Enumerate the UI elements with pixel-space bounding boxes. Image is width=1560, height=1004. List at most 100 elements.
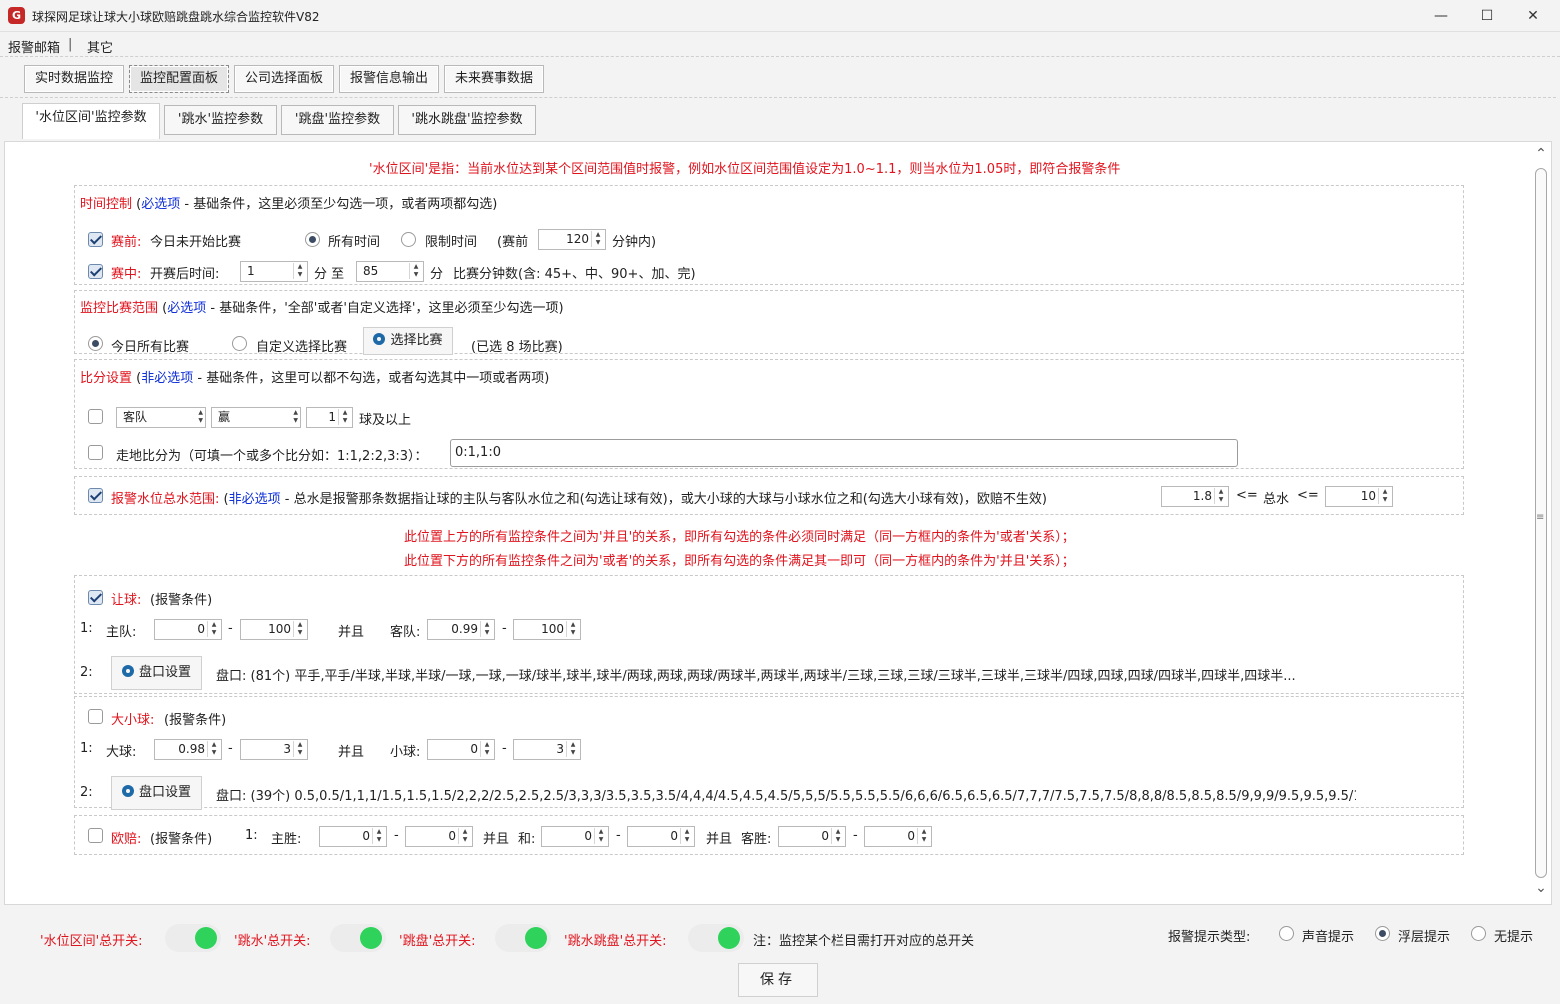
- sound-alert-radio[interactable]: [1279, 926, 1294, 941]
- handicap-home-max-spinner[interactable]: 100: [240, 619, 308, 640]
- team-select[interactable]: 客队: [116, 407, 206, 428]
- water-line-jump-master-toggle[interactable]: [688, 924, 744, 952]
- scroll-down-icon[interactable]: ⌄: [1533, 880, 1549, 896]
- subtab-water-drop[interactable]: '跳水'监控参数: [164, 105, 277, 135]
- handicap-home-min-spinner[interactable]: 0: [154, 619, 222, 640]
- save-button[interactable]: 保存: [738, 963, 818, 997]
- required-tag: 必选项: [141, 197, 181, 212]
- close-button[interactable]: ✕: [1510, 0, 1556, 32]
- menu-other[interactable]: 其它: [87, 37, 113, 56]
- gear-icon: [121, 665, 134, 677]
- pre-minutes-unit: 分钟内): [612, 235, 657, 250]
- euro-draw-min-spinner[interactable]: 0: [541, 826, 609, 847]
- menu-bar: 报警邮箱 | 其它: [0, 33, 1560, 57]
- limited-time-label: 限制时间: [425, 235, 478, 250]
- maximize-button[interactable]: ☐: [1464, 0, 1510, 32]
- over-min-spinner[interactable]: 0.98: [154, 739, 222, 760]
- euro-draw-max-spinner[interactable]: 0: [627, 826, 695, 847]
- custom-select-label: 自定义选择比赛: [256, 340, 348, 355]
- water-range-master-toggle[interactable]: [165, 924, 221, 952]
- water-line-jump-switch-label: '跳水跳盘'总开关:: [564, 934, 667, 949]
- all-time-label: 所有时间: [328, 235, 381, 250]
- live-score-input[interactable]: 0:1,1:0: [450, 439, 1238, 467]
- vertical-scrollbar[interactable]: [1535, 168, 1547, 878]
- line-jump-master-toggle[interactable]: [495, 924, 551, 952]
- subtab-line-jump[interactable]: '跳盘'监控参数: [281, 105, 394, 135]
- euro-home-min-spinner[interactable]: 0: [319, 826, 387, 847]
- pre-minutes-prefix: (赛前: [497, 235, 529, 250]
- gear-icon: [373, 333, 386, 345]
- time-control-heading: 时间控制 (必选项 - 基础条件，这里必须至少勾选一项，或者两项都勾选): [80, 193, 497, 212]
- score-lead-checkbox[interactable]: [88, 409, 103, 424]
- tab-company-select[interactable]: 公司选择面板: [234, 65, 334, 93]
- overunder-row2-label: 2:: [80, 785, 93, 800]
- total-water-checkbox[interactable]: [88, 488, 103, 503]
- under-label: 小球:: [390, 745, 421, 760]
- no-alert-label: 无提示: [1494, 930, 1534, 945]
- dash: -: [502, 621, 507, 636]
- selected-count: (已选 8 场比赛): [471, 340, 563, 355]
- notice-or-relation: 此位置下方的所有监控条件之间为'或者'的关系，即所有勾选的条件满足其一即可（同一…: [404, 554, 1075, 569]
- all-today-radio[interactable]: [88, 336, 103, 351]
- subtab-water-line-jump[interactable]: '跳水跳盘'监控参数: [398, 105, 536, 135]
- euro-row1-label: 1:: [245, 828, 258, 843]
- in-play-desc: 开赛后时间:: [150, 267, 220, 282]
- overunder-label: 大小球:: [111, 713, 155, 728]
- pre-match-checkbox[interactable]: [88, 232, 103, 247]
- in-play-checkbox[interactable]: [88, 264, 103, 279]
- score-title: 比分设置: [80, 371, 133, 386]
- minimize-button[interactable]: —: [1418, 0, 1464, 32]
- tab-monitor-config[interactable]: 监控配置面板: [129, 65, 229, 93]
- handicap-away-max-spinner[interactable]: 100: [513, 619, 581, 640]
- overunder-row1-label: 1:: [80, 741, 93, 756]
- tab-future-matches[interactable]: 未来赛事数据: [444, 65, 544, 93]
- overunder-lines-button-label: 盘口设置: [138, 785, 191, 800]
- tab-alert-output[interactable]: 报警信息输出: [339, 65, 439, 93]
- custom-select-radio[interactable]: [232, 336, 247, 351]
- under-min-spinner[interactable]: 0: [427, 739, 495, 760]
- handicap-checkbox[interactable]: [88, 590, 103, 605]
- euro-home-max-spinner[interactable]: 0: [405, 826, 473, 847]
- over-max-spinner[interactable]: 3: [240, 739, 308, 760]
- handicap-lines-button[interactable]: 盘口设置: [111, 656, 202, 690]
- in-play-note: 比赛分钟数(含: 45+、中、90+、加、完): [453, 267, 696, 282]
- subtab-water-range[interactable]: '水位区间'监控参数: [22, 103, 160, 139]
- euro-away-max-spinner[interactable]: 0: [864, 826, 932, 847]
- handicap-away-min-spinner[interactable]: 0.99: [427, 619, 495, 640]
- dash: -: [228, 621, 233, 636]
- handicap-lines-button-label: 盘口设置: [138, 665, 191, 680]
- pre-minutes-spinner[interactable]: 120: [538, 229, 606, 250]
- menu-alert-email[interactable]: 报警邮箱: [8, 37, 60, 56]
- limited-time-radio[interactable]: [401, 232, 416, 247]
- and-text: 并且: [483, 832, 510, 847]
- water-range-switch-label: '水位区间'总开关:: [40, 934, 143, 949]
- overunder-lines-button[interactable]: 盘口设置: [111, 776, 202, 810]
- total-water-label: 报警水位总水范围:: [111, 492, 220, 507]
- popup-alert-radio[interactable]: [1375, 926, 1390, 941]
- euro-checkbox[interactable]: [88, 828, 103, 843]
- euro-home-label: 主胜:: [271, 832, 302, 847]
- time-control-title: 时间控制: [80, 197, 133, 212]
- tab-realtime[interactable]: 实时数据监控: [24, 65, 124, 93]
- pre-match-desc: 今日未开始比赛: [150, 235, 242, 250]
- select-matches-button[interactable]: 选择比赛: [363, 327, 453, 355]
- dash: -: [853, 828, 858, 843]
- in-play-to-spinner[interactable]: 85: [356, 261, 424, 282]
- live-score-checkbox[interactable]: [88, 445, 103, 460]
- water-drop-master-toggle[interactable]: [330, 924, 386, 952]
- menu-separator: |: [68, 37, 73, 52]
- handicap-row2-label: 2:: [80, 665, 93, 680]
- no-alert-radio[interactable]: [1471, 926, 1486, 941]
- under-max-spinner[interactable]: 3: [513, 739, 581, 760]
- scroll-up-icon[interactable]: ⌃: [1533, 146, 1549, 162]
- euro-away-min-spinner[interactable]: 0: [778, 826, 846, 847]
- in-play-from-spinner[interactable]: 1: [240, 261, 308, 282]
- overunder-checkbox[interactable]: [88, 709, 103, 724]
- goals-spinner[interactable]: 1: [306, 407, 353, 428]
- total-water-min-spinner[interactable]: 1.8: [1161, 486, 1229, 507]
- title-bar: G 球探网足球让球大小球欧赔跳盘跳水综合监控软件V82 — ☐ ✕: [0, 0, 1560, 32]
- all-time-radio[interactable]: [305, 232, 320, 247]
- result-select[interactable]: 赢: [211, 407, 301, 428]
- total-water-max-spinner[interactable]: 10: [1325, 486, 1393, 507]
- handicap-label: 让球:: [111, 593, 142, 608]
